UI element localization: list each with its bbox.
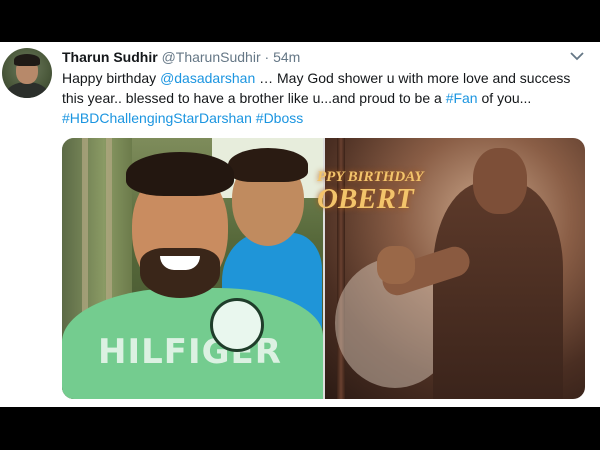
chevron-down-icon[interactable] xyxy=(569,50,585,62)
author-avatar[interactable] xyxy=(2,48,52,98)
mention-link[interactable]: @dasadarshan xyxy=(160,70,255,86)
avatar-hair xyxy=(14,54,40,66)
tweet-timestamp[interactable]: 54m xyxy=(273,49,300,65)
shirt-badge xyxy=(210,298,264,352)
tweet-text: Happy birthday @dasadarshan … May God sh… xyxy=(62,68,587,128)
tweet-card[interactable]: Tharun Sudhir @TharunSudhir · 54m Happy … xyxy=(0,42,600,407)
author-handle[interactable]: @TharunSudhir xyxy=(162,49,261,65)
hashtag-link[interactable]: #Dboss xyxy=(256,110,303,126)
poster-title: PPY BIRTHDAY OBERT xyxy=(317,170,424,214)
person-hair xyxy=(126,152,234,196)
header-separator: · xyxy=(264,49,270,65)
birthday-poster[interactable]: PPY BIRTHDAY OBERT xyxy=(317,138,585,399)
hero-fist xyxy=(377,246,415,284)
selfie-photo[interactable]: HILFIGER xyxy=(62,138,323,399)
hashtag-link[interactable]: #HBDChallengingStarDarshan xyxy=(62,110,252,126)
hashtag-link[interactable]: #Fan xyxy=(446,90,478,106)
text-part: of you... xyxy=(477,90,532,106)
avatar-shirt xyxy=(6,82,48,98)
hero-head xyxy=(473,148,527,214)
tweet-media[interactable]: HILFIGER PPY BIRTHDAY OBERT xyxy=(62,138,585,399)
tweet-header: Tharun Sudhir @TharunSudhir · 54m xyxy=(62,48,300,66)
person-hair xyxy=(228,148,308,182)
hero-body xyxy=(433,182,563,399)
text-part: Happy birthday xyxy=(62,70,161,86)
poster-title-line2: OBERT xyxy=(317,183,414,215)
author-name[interactable]: Tharun Sudhir xyxy=(62,49,158,65)
